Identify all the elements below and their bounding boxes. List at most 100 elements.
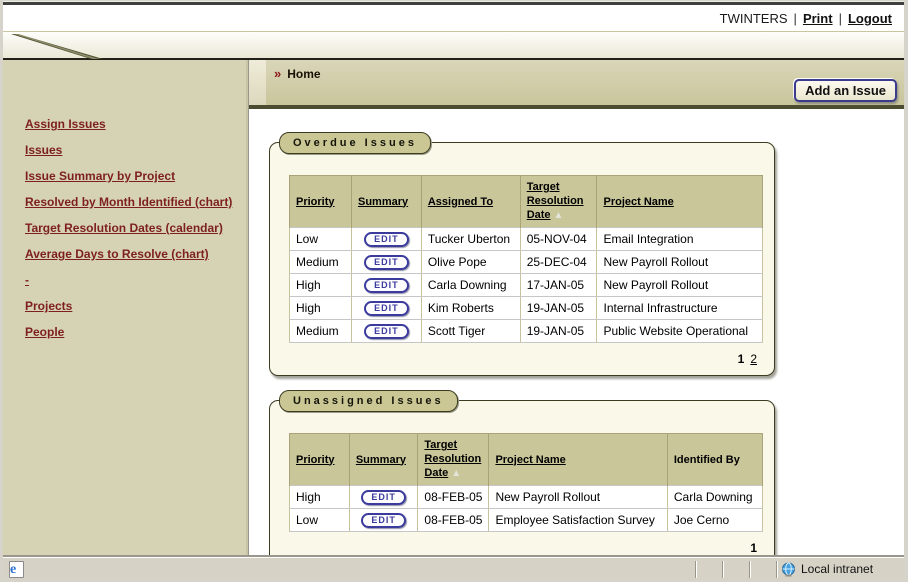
breadcrumb-home[interactable]: Home bbox=[287, 67, 320, 81]
overdue-panel-title: Overdue Issues bbox=[279, 132, 431, 154]
breadcrumb-band-strip bbox=[249, 60, 266, 105]
browser-window: TWINTERS | Print | Logout Assign Issues I… bbox=[0, 0, 908, 582]
edit-button[interactable]: EDIT bbox=[364, 301, 409, 316]
sidebar-item-resolved-by-month-identified-chart[interactable]: Resolved by Month Identified (chart) bbox=[25, 196, 238, 209]
column-header-label[interactable]: Project Name bbox=[603, 196, 673, 208]
table-cell: Email Integration bbox=[597, 228, 763, 251]
table-cell: EDIT bbox=[349, 509, 418, 532]
unassigned-issues-table: Priority Summary Target Resolution Date▲ Pr… bbox=[289, 433, 763, 532]
column-header-label[interactable]: Assigned To bbox=[428, 196, 493, 208]
table-cell: 25-DEC-04 bbox=[520, 251, 597, 274]
table-cell: EDIT bbox=[351, 320, 421, 343]
pagination-current-page: 1 bbox=[738, 352, 745, 366]
table-row: HighEDITCarla Downing17-JAN-05New Payrol… bbox=[290, 274, 763, 297]
table-cell: Employee Satisfaction Survey bbox=[489, 509, 667, 532]
column-header[interactable]: Summary bbox=[351, 176, 421, 228]
table-cell: EDIT bbox=[351, 297, 421, 320]
table-cell: Scott Tiger bbox=[421, 320, 520, 343]
unassigned-panel-title: Unassigned Issues bbox=[279, 390, 458, 412]
main-region: » Home Add an Issue Overdue Issues Priori… bbox=[249, 60, 904, 557]
column-header-label[interactable]: Summary bbox=[358, 196, 408, 208]
table-cell: Internal Infrastructure bbox=[597, 297, 763, 320]
table-cell: High bbox=[290, 486, 350, 509]
pagination-page-link[interactable]: 2 bbox=[750, 352, 757, 366]
column-header[interactable]: Priority bbox=[290, 434, 350, 486]
page-body: Overdue Issues Priority Summary Assigned T… bbox=[249, 109, 904, 557]
breadcrumb[interactable]: » Home bbox=[274, 66, 321, 81]
breadcrumb-band: » Home Add an Issue bbox=[249, 60, 904, 105]
table-cell: New Payroll Rollout bbox=[489, 486, 667, 509]
status-bar: e Local intranet bbox=[3, 557, 904, 580]
edit-button[interactable]: EDIT bbox=[364, 255, 409, 270]
edit-button[interactable]: EDIT bbox=[361, 490, 406, 505]
add-an-issue-button[interactable]: Add an Issue bbox=[794, 79, 897, 102]
table-cell: Joe Cerno bbox=[667, 509, 762, 532]
separator: | bbox=[839, 11, 842, 26]
sort-ascending-icon: ▲ bbox=[451, 467, 461, 481]
table-cell: Olive Pope bbox=[421, 251, 520, 274]
table-cell: Kim Roberts bbox=[421, 297, 520, 320]
sidebar-item-dash[interactable]: - bbox=[25, 274, 238, 287]
column-header[interactable]: Target Resolution Date▲ bbox=[520, 176, 597, 228]
column-header-label[interactable]: Priority bbox=[296, 454, 335, 466]
table-row: High EDIT 08-FEB-05New Payroll RolloutCarl… bbox=[290, 486, 763, 509]
status-pane-empty bbox=[751, 560, 776, 579]
local-intranet-globe-icon bbox=[781, 562, 796, 577]
sidebar-item-average-days-to-resolve-chart[interactable]: Average Days to Resolve (chart) bbox=[25, 248, 238, 261]
column-header-label[interactable]: Project Name bbox=[495, 454, 565, 466]
table-cell: Medium bbox=[290, 320, 352, 343]
table-row: LowEDITTucker Uberton05-NOV-04Email Inte… bbox=[290, 228, 763, 251]
overdue-issues-table: Priority Summary Assigned To Target Resolut… bbox=[289, 175, 763, 343]
column-header-label[interactable]: Priority bbox=[296, 196, 335, 208]
sidebar-item-issue-summary-by-project[interactable]: Issue Summary by Project bbox=[25, 170, 238, 183]
app-banner bbox=[3, 31, 904, 58]
column-header[interactable]: Summary bbox=[349, 434, 418, 486]
table-row: Medium EDIT Scott Tiger19-JAN-05Public Web… bbox=[290, 320, 763, 343]
status-zone-label: Local intranet bbox=[801, 562, 873, 576]
print-link[interactable]: Print bbox=[803, 11, 833, 26]
table-cell: New Payroll Rollout bbox=[597, 274, 763, 297]
column-header[interactable]: Assigned To bbox=[421, 176, 520, 228]
table-cell: 05-NOV-04 bbox=[520, 228, 597, 251]
table-cell: 19-JAN-05 bbox=[520, 297, 597, 320]
ie-document-icon: e bbox=[9, 561, 24, 578]
logout-link[interactable]: Logout bbox=[848, 11, 892, 26]
table-cell: Public Website Operational bbox=[597, 320, 763, 343]
column-header[interactable]: Project Name bbox=[597, 176, 763, 228]
table-cell: High bbox=[290, 297, 352, 320]
table-cell: 08-FEB-05 bbox=[418, 486, 489, 509]
sidebar-item-projects[interactable]: Projects bbox=[25, 300, 238, 313]
breadcrumb-chevron-icon: » bbox=[274, 66, 281, 81]
sidebar-navigation: Assign Issues Issues Issue Summary by Proj… bbox=[3, 60, 249, 557]
edit-button[interactable]: EDIT bbox=[364, 324, 409, 339]
table-cell: Low bbox=[290, 509, 350, 532]
sidebar-item-people[interactable]: People bbox=[25, 326, 238, 339]
table-cell: Carla Downing bbox=[667, 486, 762, 509]
edit-button[interactable]: EDIT bbox=[361, 513, 406, 528]
swoosh-logo-icon bbox=[7, 34, 117, 59]
table-cell: 19-JAN-05 bbox=[520, 320, 597, 343]
table-row: High EDIT Kim Roberts19-JAN-05Internal Inf… bbox=[290, 297, 763, 320]
table-cell: 08-FEB-05 bbox=[418, 509, 489, 532]
overdue-issues-panel: Overdue Issues PrioritySummaryAssigned T… bbox=[269, 142, 775, 376]
table-cell: Medium bbox=[290, 251, 352, 274]
sidebar-item-issues[interactable]: Issues bbox=[25, 144, 238, 157]
sidebar-item-target-resolution-dates-calendar[interactable]: Target Resolution Dates (calendar) bbox=[25, 222, 238, 235]
table-row: Low EDIT 08-FEB-05Employee Satisfaction Su… bbox=[290, 509, 763, 532]
table-cell: EDIT bbox=[351, 228, 421, 251]
edit-button[interactable]: EDIT bbox=[364, 232, 409, 247]
column-header[interactable]: Project Name bbox=[489, 434, 667, 486]
column-header[interactable]: Priority bbox=[290, 176, 352, 228]
column-header-label[interactable]: Summary bbox=[356, 454, 406, 466]
column-header[interactable]: Target Resolution Date▲ bbox=[418, 434, 489, 486]
table-cell: High bbox=[290, 274, 352, 297]
table-cell: New Payroll Rollout bbox=[597, 251, 763, 274]
pagination-current-page: 1 bbox=[750, 541, 757, 555]
utility-bar: TWINTERS | Print | Logout bbox=[3, 5, 904, 31]
table-cell: 17-JAN-05 bbox=[520, 274, 597, 297]
unassigned-pagination: 1 bbox=[289, 541, 763, 555]
edit-button[interactable]: EDIT bbox=[364, 278, 409, 293]
sidebar-item-assign-issues[interactable]: Assign Issues bbox=[25, 118, 238, 131]
status-pane-empty bbox=[697, 560, 722, 579]
table-cell: EDIT bbox=[349, 486, 418, 509]
